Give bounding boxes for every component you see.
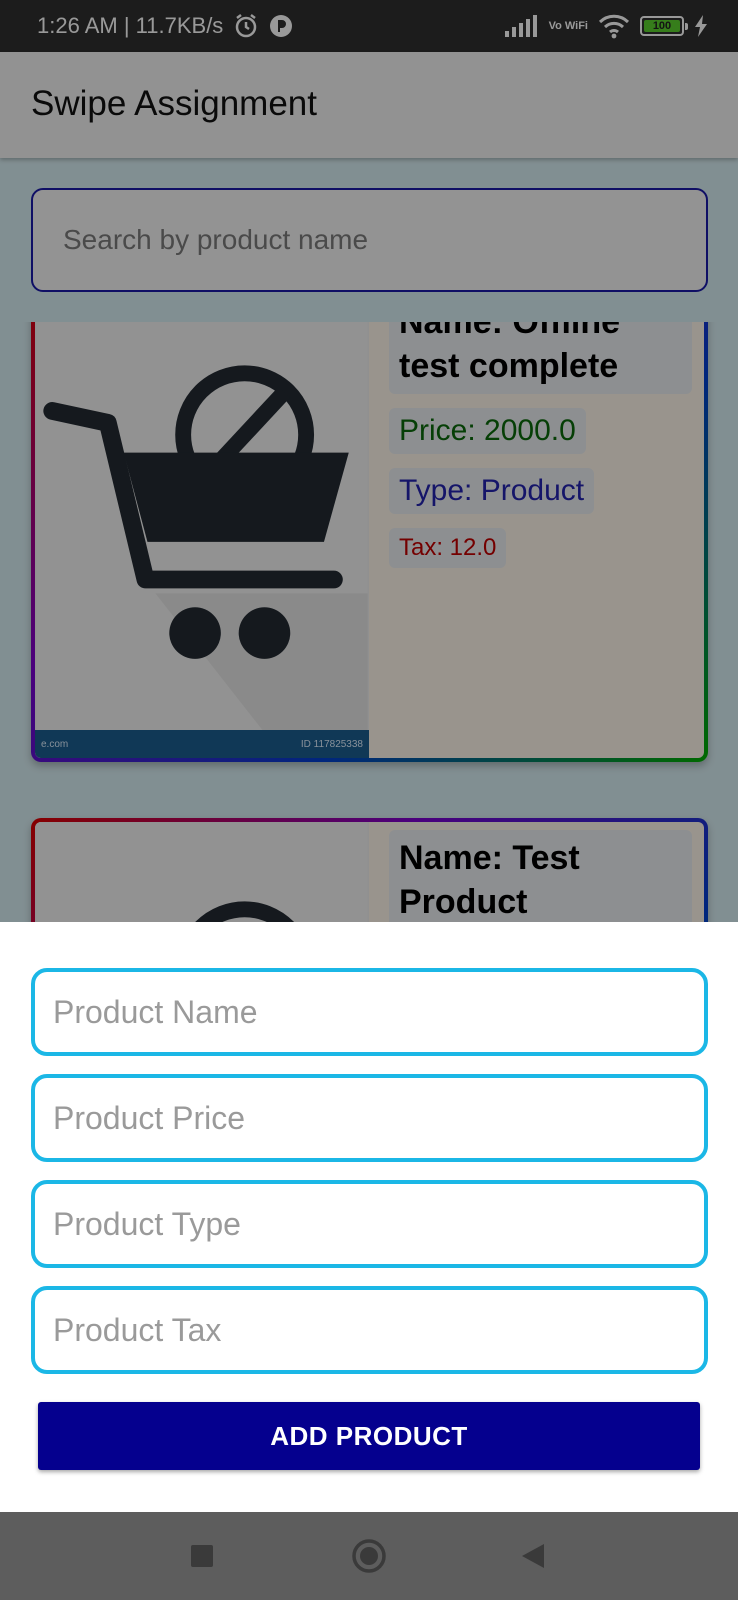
recents-square-icon — [191, 1545, 213, 1567]
add-product-button[interactable]: ADD PRODUCT — [38, 1402, 700, 1470]
charging-icon — [694, 15, 708, 37]
status-bar: 1:26 AM | 11.7KB/s Vo WiFi 100 — [0, 0, 738, 52]
product-type: Type: Product — [389, 468, 595, 514]
product-name: Name: Test Product — [389, 830, 692, 922]
status-right: Vo WiFi 100 — [504, 0, 708, 52]
status-time-speed: 1:26 AM | 11.7KB/s — [37, 13, 224, 38]
add-product-sheet: ADD PRODUCT — [0, 922, 738, 1512]
product-tax: Tax: 12.0 — [389, 528, 507, 568]
battery-icon: 100 — [640, 16, 688, 36]
product-list[interactable]: e.com ID 117825338 Name: Offline test co… — [0, 322, 738, 922]
product-card[interactable]: Name: Test Product — [31, 818, 708, 922]
app-notification-icon — [269, 14, 293, 38]
product-price-input[interactable] — [35, 1078, 704, 1158]
image-footer-left: e.com — [41, 738, 69, 750]
search-box[interactable] — [31, 188, 708, 292]
product-price: Price: 2000.0 — [389, 408, 586, 454]
product-info: Name: Test Product — [377, 822, 704, 922]
product-price-field[interactable] — [31, 1074, 708, 1162]
battery-level: 100 — [644, 20, 680, 32]
product-tax-field[interactable] — [31, 1286, 708, 1374]
product-name: Name: Offline test complete — [389, 322, 692, 394]
product-type-field[interactable] — [31, 1180, 708, 1268]
app-title: Swipe Assignment — [31, 84, 317, 123]
product-image: e.com ID 117825338 — [35, 322, 369, 758]
product-card[interactable]: e.com ID 117825338 Name: Offline test co… — [31, 322, 708, 762]
product-type-input[interactable] — [35, 1184, 704, 1264]
back-triangle-icon — [522, 1544, 544, 1568]
cart-no-entry-icon — [36, 322, 368, 758]
product-name-input[interactable] — [35, 972, 704, 1052]
image-footer-right: ID 117825338 — [300, 738, 363, 750]
product-name-field[interactable] — [31, 968, 708, 1056]
back-button[interactable] — [513, 1536, 553, 1576]
app-bar: Swipe Assignment — [0, 52, 738, 158]
signal-icon — [504, 15, 539, 37]
recents-button[interactable] — [182, 1536, 222, 1576]
home-circle-icon — [352, 1539, 386, 1573]
system-nav-bar — [0, 1512, 738, 1600]
cart-no-entry-icon — [36, 822, 368, 922]
search-input[interactable] — [33, 190, 706, 290]
alarm-icon — [233, 13, 259, 39]
home-button[interactable] — [349, 1536, 389, 1576]
image-watermark-footer: e.com ID 117825338 — [35, 730, 369, 758]
product-tax-input[interactable] — [35, 1290, 704, 1370]
product-info: Name: Offline test complete Price: 2000.… — [377, 322, 704, 758]
product-image — [35, 822, 369, 922]
wifi-icon — [598, 13, 630, 39]
status-left: 1:26 AM | 11.7KB/s — [37, 0, 293, 52]
vowifi-label: Vo WiFi — [548, 19, 588, 32]
